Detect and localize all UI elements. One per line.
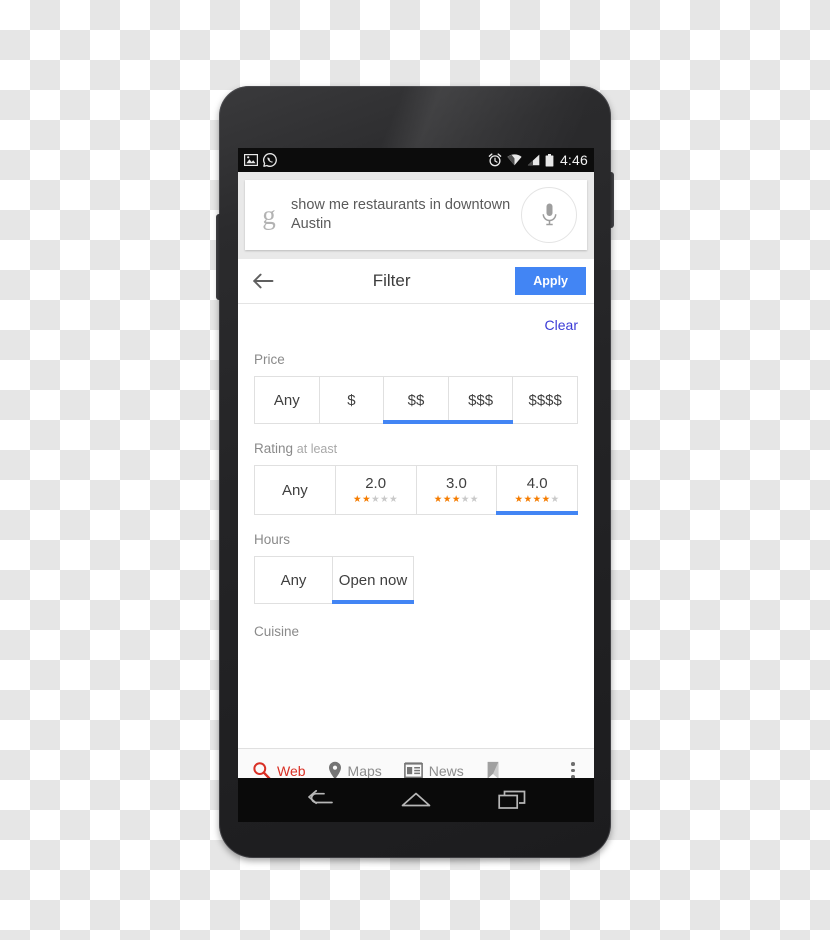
price-option-3[interactable]: $$$	[447, 376, 513, 424]
filter-section-price: Price Any $ $$ $$$ $$$$	[254, 352, 578, 424]
google-g-logo: g	[262, 199, 276, 230]
rating-option-any[interactable]: Any	[254, 465, 335, 515]
clear-row: Clear	[254, 304, 578, 335]
tab-web[interactable]: Web	[252, 761, 306, 778]
price-option-row: Any $ $$ $$$ $$$$	[254, 376, 578, 424]
search-icon	[253, 762, 271, 778]
tab-label-news: News	[428, 762, 464, 779]
chip-label: $$	[407, 391, 425, 409]
clear-filters-link[interactable]: Clear	[545, 317, 578, 333]
chip-label: Any	[281, 481, 308, 499]
hours-option-open-now[interactable]: Open now	[332, 556, 414, 604]
rating-option-3[interactable]: 3.0 ★★★★★	[415, 465, 497, 515]
section-label-rating-text: Rating	[254, 441, 294, 456]
recent-apps-nav-button[interactable]	[490, 783, 534, 817]
chip-label: $$$$	[528, 391, 562, 409]
back-nav-button[interactable]	[298, 783, 342, 817]
chip-label: 3.0	[445, 474, 467, 492]
battery-icon	[545, 153, 554, 166]
overflow-menu-icon[interactable]	[562, 756, 584, 778]
price-option-4[interactable]: $$$$	[512, 376, 578, 424]
filter-section-cuisine-partial: Cuisine	[254, 624, 578, 637]
cell-signal-icon	[527, 154, 540, 166]
section-label-price: Price	[254, 352, 578, 367]
status-bar-system-icons: 4:46	[488, 152, 588, 168]
android-status-bar: 4:46	[238, 148, 594, 172]
chip-label: Any	[280, 571, 307, 589]
android-phone-device: 4:46 g show me restaurants in downtown A…	[216, 86, 614, 858]
tab-maps[interactable]: Maps	[328, 761, 382, 778]
back-nav-icon	[308, 790, 333, 805]
rating-option-row: Any 2.0 ★★★★★ 3.0 ★★★★★ 4.0 ★★★★★	[254, 465, 578, 515]
rating-option-2[interactable]: 2.0 ★★★★★	[334, 465, 416, 515]
section-label-price-text: Price	[254, 352, 285, 367]
section-label-cuisine: Cuisine	[254, 624, 300, 637]
page-title: Filter	[372, 271, 411, 290]
tab-label-maps: Maps	[347, 762, 382, 779]
volume-rocker-button[interactable]	[216, 214, 220, 300]
chip-label: Open now	[338, 571, 408, 589]
chip-label: $	[347, 391, 356, 409]
power-button[interactable]	[610, 172, 614, 228]
chip-label: 4.0	[526, 474, 548, 492]
section-label-hours: Hours	[254, 532, 578, 547]
search-box[interactable]: g show me restaurants in downtown Austin	[245, 180, 587, 250]
rating-option-4[interactable]: 4.0 ★★★★★	[496, 465, 578, 515]
filter-header-bar: Filter Apply	[238, 259, 594, 304]
home-nav-icon	[401, 792, 431, 806]
map-pin-icon	[328, 761, 341, 778]
tab-shopping[interactable]	[486, 761, 506, 778]
filter-section-hours: Hours Any Open now	[254, 532, 578, 604]
chip-label: $$$	[468, 391, 494, 409]
search-area: g show me restaurants in downtown Austin	[238, 172, 594, 259]
newspaper-icon	[403, 762, 423, 778]
tab-news[interactable]: News	[403, 762, 464, 779]
android-navigation-bar	[238, 778, 594, 822]
section-label-hours-text: Hours	[254, 532, 291, 547]
chip-label: Any	[273, 391, 300, 409]
screenshot-image-icon	[244, 154, 258, 166]
wifi-icon	[507, 154, 522, 166]
section-sublabel-rating: at least	[296, 442, 338, 456]
filter-options-scroll-area[interactable]: Clear Price Any $ $$ $$$ $$$$ Rating at …	[238, 304, 594, 778]
price-option-1[interactable]: $	[318, 376, 384, 424]
microphone-icon	[542, 203, 556, 226]
chip-label: 2.0	[365, 474, 387, 492]
whatsapp-icon	[263, 153, 277, 167]
rating-stars: ★★★★★	[353, 493, 399, 505]
filter-back-button[interactable]	[248, 266, 278, 296]
alarm-clock-icon	[488, 153, 502, 167]
phone-screen: 4:46 g show me restaurants in downtown A…	[238, 148, 594, 778]
hours-option-any[interactable]: Any	[254, 556, 332, 604]
search-query-text[interactable]: show me restaurants in downtown Austin	[281, 196, 521, 234]
price-option-2[interactable]: $$	[383, 376, 449, 424]
voice-search-button[interactable]	[521, 187, 577, 243]
apply-button[interactable]: Apply	[515, 266, 586, 296]
filter-section-rating: Rating at least Any 2.0 ★★★★★ 3.0 ★★★★★	[254, 441, 578, 515]
hours-option-row: Any Open now	[254, 556, 578, 604]
price-option-any[interactable]: Any	[254, 376, 319, 424]
status-bar-clock: 4:46	[559, 152, 588, 168]
rating-stars: ★★★★★	[514, 493, 560, 505]
bookmark-tag-icon	[487, 761, 499, 778]
section-label-rating: Rating at least	[254, 441, 578, 456]
status-bar-notification-icons	[244, 153, 277, 167]
tab-label-web: Web	[277, 762, 306, 779]
search-vertical-tab-bar: Web Maps News	[238, 748, 594, 778]
back-arrow-icon	[253, 273, 274, 289]
recent-apps-nav-icon	[498, 790, 526, 809]
home-nav-button[interactable]	[394, 783, 438, 817]
rating-stars: ★★★★★	[433, 493, 479, 505]
